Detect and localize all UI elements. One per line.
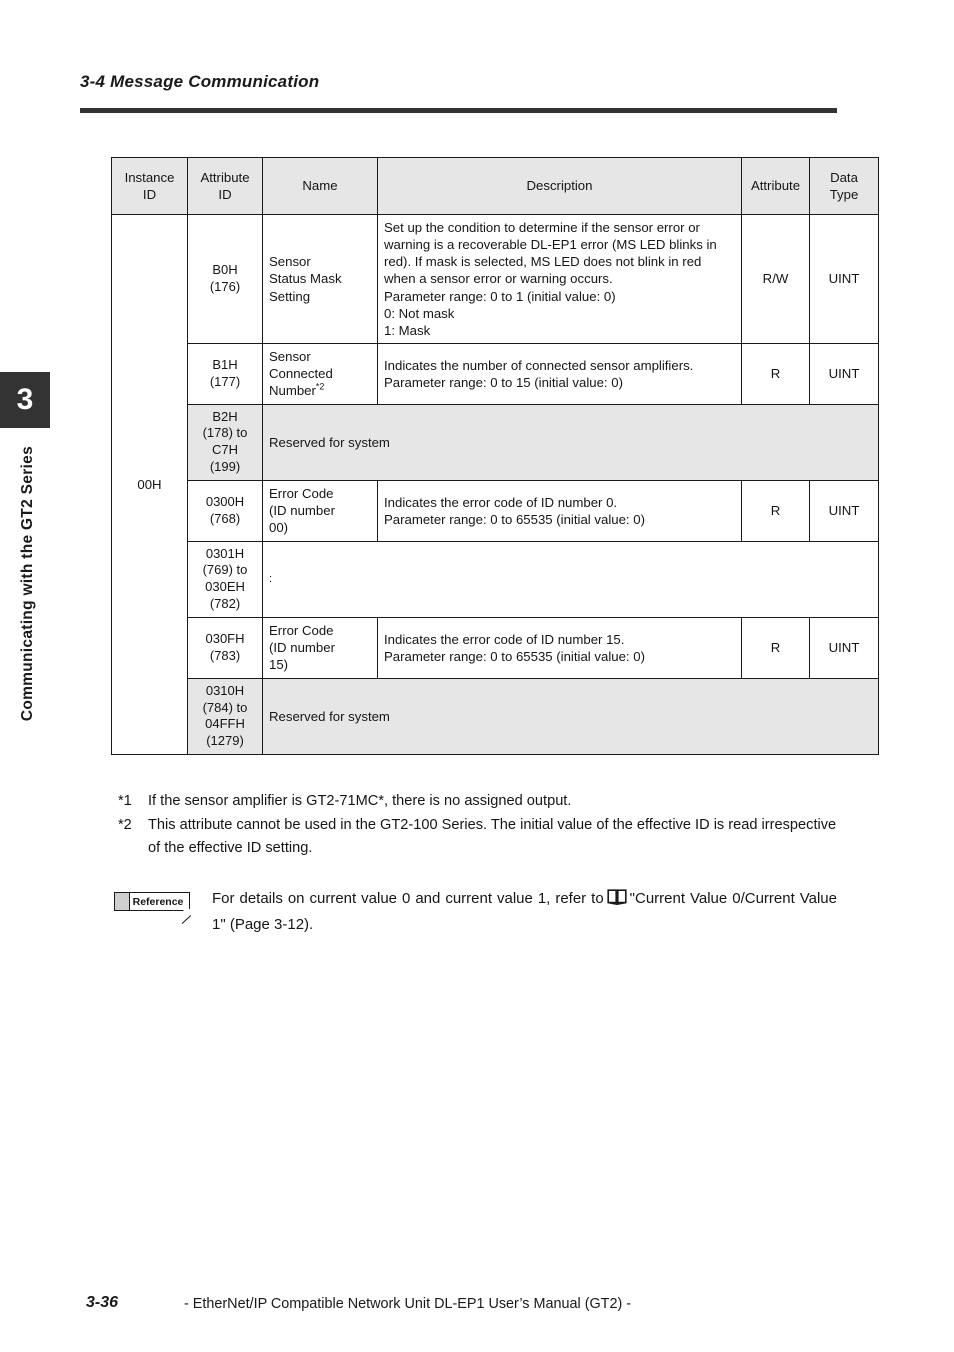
footnote-text: If the sensor amplifier is GT2-71MC*, th… — [148, 793, 572, 809]
chapter-title-text: Communicating with the GT2 Series — [19, 446, 36, 722]
reference-badge-label: Reference — [132, 895, 184, 908]
cell-name: Sensor Status Mask Setting — [262, 213, 378, 345]
chapter-number: 3 — [16, 383, 34, 416]
cell-name: Sensor Connected Number*2 — [262, 343, 378, 405]
cell-data-type: UINT — [809, 343, 879, 405]
cell-name: Error Code (ID number 00) — [262, 480, 378, 542]
spec-table: Instance ID Attribute ID Name Descriptio… — [111, 157, 879, 756]
footnote-mark: *2 — [118, 816, 132, 833]
header-rule — [80, 108, 837, 113]
footer-manual-title: - EtherNet/IP Compatible Network Unit DL… — [184, 1296, 632, 1312]
cell-name: Error Code (ID number 15) — [262, 617, 378, 679]
cell-attribute-id: 0300H (768) — [187, 480, 263, 542]
book-icon — [607, 889, 627, 913]
reference-badge: Reference — [114, 892, 192, 924]
footnotes: *1 If the sensor amplifier is GT2-71MC*,… — [118, 790, 848, 861]
cell-name-superscript: *2 — [315, 382, 325, 393]
footer-page-number: 3-36 — [86, 1294, 119, 1311]
reference-note: Reference For details on current value 0… — [114, 887, 839, 937]
table-row: B1H (177) Sensor Connected Number*2 Indi… — [112, 343, 879, 405]
col-header-instance-id: Instance ID — [111, 157, 188, 215]
reference-text-before: For details on current value 0 and curre… — [212, 890, 604, 907]
col-header-attribute: Attribute — [741, 157, 810, 215]
cell-attribute: R — [741, 617, 810, 679]
cell-reserved-for-system: Reserved for system — [262, 403, 879, 482]
cell-attribute: R — [741, 343, 810, 405]
cell-reserved-for-system: Reserved for system — [262, 677, 879, 756]
page-section-title: 3-4 Message Communication — [80, 72, 320, 91]
table-row: 00H B0H (176) Sensor Status Mask Setting… — [111, 213, 879, 756]
table-row-reserved: 0310H (784) to 04FFH (1279) Reserved for… — [112, 677, 879, 756]
cell-description: Indicates the error code of ID number 15… — [377, 617, 742, 679]
cell-instance-id: 00H — [111, 213, 188, 756]
cell-continuation-marker: : — [262, 540, 879, 619]
table-head: Instance ID Attribute ID Name Descriptio… — [111, 157, 879, 215]
cell-attribute-id: B2H (178) to C7H (199) — [187, 403, 263, 482]
col-header-attribute-id: Attribute ID — [187, 157, 263, 215]
table-row: 0300H (768) Error Code (ID number 00) In… — [112, 480, 879, 542]
col-header-data-type: Data Type — [809, 157, 879, 215]
col-header-name: Name — [262, 157, 378, 215]
reference-badge-square-icon — [115, 893, 130, 910]
cell-attribute: R/W — [741, 213, 810, 345]
cell-attribute-id: 0310H (784) to 04FFH (1279) — [187, 677, 263, 756]
reference-text: For details on current value 0 and curre… — [212, 887, 837, 937]
col-header-description: Description — [377, 157, 742, 215]
cell-attribute: R — [741, 480, 810, 542]
cell-description: Set up the condition to determine if the… — [377, 213, 742, 345]
chapter-tab: 3 — [0, 372, 50, 428]
footnote-item: *1 If the sensor amplifier is GT2-71MC*,… — [118, 790, 848, 814]
cell-description: Indicates the error code of ID number 0.… — [377, 480, 742, 542]
cell-attribute-id: B1H (177) — [187, 343, 263, 405]
footnote-mark: *1 — [118, 793, 132, 809]
cell-data-type: UINT — [809, 480, 879, 542]
cell-description: Indicates the number of connected sensor… — [377, 343, 742, 405]
cell-data-type: UINT — [809, 213, 879, 345]
cell-attribute-id: 030FH (783) — [187, 617, 263, 679]
chapter-title-vertical: Communicating with the GT2 Series — [0, 446, 56, 746]
table-row-continuation: 0301H (769) to 030EH (782) : — [112, 540, 879, 619]
cell-attribute-id: 0301H (769) to 030EH (782) — [187, 540, 263, 619]
table-header-row: Instance ID Attribute ID Name Descriptio… — [111, 157, 879, 215]
spec-table-wrapper: Instance ID Attribute ID Name Descriptio… — [111, 157, 879, 756]
cell-attribute-id: B0H (176) — [187, 213, 263, 345]
table-body: 00H B0H (176) Sensor Status Mask Setting… — [111, 213, 879, 756]
table-row: 030FH (783) Error Code (ID number 15) In… — [112, 617, 879, 679]
footnote-item: *2 This attribute cannot be used in the … — [118, 814, 848, 861]
cell-data-type: UINT — [809, 617, 879, 679]
table-row-reserved: B2H (178) to C7H (199) Reserved for syst… — [112, 403, 879, 482]
footnote-text: This attribute cannot be used in the GT2… — [148, 816, 837, 857]
